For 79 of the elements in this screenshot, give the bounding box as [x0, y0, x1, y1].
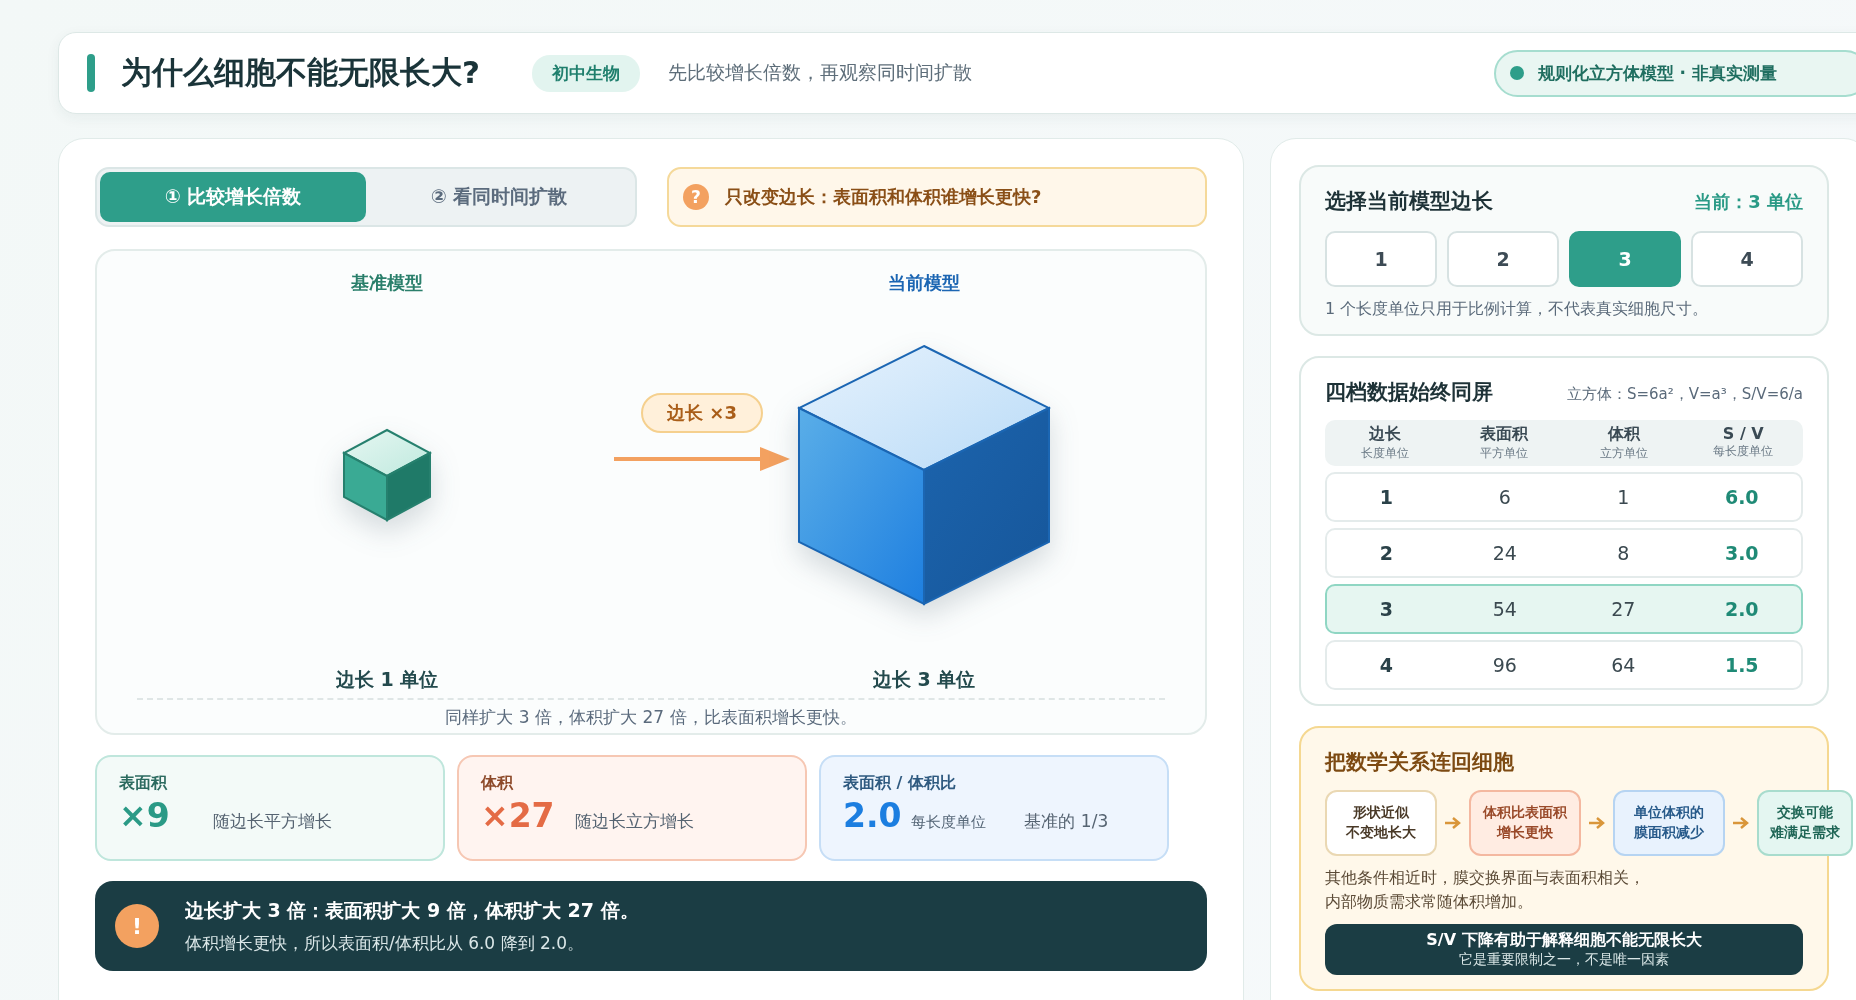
arrow-icon: [1445, 816, 1461, 830]
table-row[interactable]: 2 24 8 3.0: [1325, 528, 1803, 578]
formula-text: 立方体：S=6a²，V=a³，S/V=6/a: [1566, 385, 1803, 404]
table-cell-text: 6: [1497, 486, 1512, 508]
column-header: S / V: [1722, 424, 1764, 443]
subject-tag: 初中生物: [532, 54, 640, 92]
table-cell-text: 1: [1616, 486, 1631, 508]
alert-text: 体积增长更快，所以表面积/体积比从 6.0 降到 2.0。: [185, 931, 585, 955]
step-text: 体积比表面积: [1483, 803, 1567, 823]
side-length-option[interactable]: 1: [1325, 231, 1437, 287]
step-text: 增长更快: [1497, 823, 1553, 842]
alert-icon: !: [115, 904, 159, 948]
tab[interactable]: ② 看同时间扩散: [366, 172, 632, 222]
question-icon: ?: [683, 184, 709, 210]
column-unit: 立方单位: [1599, 445, 1648, 462]
arrow-icon: [1589, 816, 1605, 830]
summary-text: 它是重要限制之一，不是唯一因素: [1458, 951, 1670, 969]
column-header: 边长: [1368, 424, 1401, 445]
base-model-label: 基准模型: [351, 271, 423, 295]
link-title: 把数学关系连回细胞: [1325, 749, 1515, 776]
stat-value: ×9: [119, 796, 171, 835]
table-cell-text: 27: [1610, 598, 1637, 620]
link-note: 其他条件相近时，膜交换界面与表面积相关，: [1325, 867, 1646, 889]
stat-unit: 每长度单位: [911, 813, 987, 832]
question-text: 只改变边长：表面积和体积谁增长更快?: [725, 185, 1042, 209]
table-cell-text: 6.0: [1723, 486, 1760, 508]
column-header: 表面积: [1480, 424, 1529, 445]
table-cell-text: 2.0: [1723, 598, 1760, 620]
subtitle: 先比较增长倍数，再观察同时间扩散: [668, 60, 972, 85]
side-length-option[interactable]: 4: [1691, 231, 1803, 287]
table-cell-text: 1.5: [1723, 654, 1760, 676]
current-value: 当前：3 单位: [1694, 190, 1803, 214]
stat-label: 表面积: [119, 773, 168, 794]
table-cell-text: 96: [1491, 654, 1518, 676]
table-cell-text: 54: [1491, 598, 1518, 620]
step-text: 难满足需求: [1770, 823, 1840, 842]
table-cell-text: 8: [1616, 542, 1631, 564]
stat-description: 随边长平方增长: [213, 810, 332, 833]
step-text: 膜面积减少: [1634, 823, 1704, 842]
step-text: 单位体积的: [1634, 803, 1704, 823]
table-row[interactable]: 4 96 64 1.5: [1325, 640, 1803, 690]
link-note: 内部物质需求常随体积增加。: [1325, 891, 1534, 913]
column-unit: 平方单位: [1480, 445, 1529, 462]
summary-title: S/V 下降有助于解释细胞不能无限长大: [1425, 930, 1703, 951]
stat-value: ×27: [481, 796, 556, 835]
selector-note: 1 个长度单位只用于比例计算，不代表真实细胞尺寸。: [1325, 299, 1710, 320]
step-text: 不变地长大: [1346, 823, 1416, 842]
alert-title: 边长扩大 3 倍：表面积扩大 9 倍，体积扩大 27 倍。: [185, 897, 639, 923]
column-header: 体积: [1607, 424, 1640, 445]
step-text: 交换可能: [1777, 803, 1833, 823]
table-cell-text: 3.0: [1723, 542, 1760, 564]
table-cell-text: 4: [1378, 654, 1394, 676]
current-model-label: 当前模型: [888, 271, 960, 295]
table-row[interactable]: 1 6 1 6.0: [1325, 472, 1803, 522]
table-row[interactable]: 3 54 27 2.0: [1325, 584, 1803, 634]
stat-description: 随边长立方增长: [575, 810, 694, 833]
side-length-option[interactable]: 2: [1447, 231, 1559, 287]
stat-value: 2.0: [843, 796, 902, 835]
status-dot-icon: [1509, 66, 1524, 80]
arrow-icon: [1733, 816, 1749, 830]
table-cell-text: 3: [1378, 598, 1394, 620]
arrow-icon: [614, 445, 790, 473]
table-cell-text: 2: [1378, 542, 1394, 564]
table-cell-text: 24: [1491, 542, 1518, 564]
model-note: 规则化立方体模型 · 非真实测量: [1537, 61, 1777, 85]
stat-label: 表面积 / 体积比: [843, 773, 957, 794]
accent-bar: [87, 54, 95, 92]
stat-description: 基准的 1/3: [1024, 810, 1109, 833]
table-cell-text: 1: [1378, 486, 1394, 508]
stage-note: 同样扩大 3 倍，体积扩大 27 倍，比表面积增长更快。: [137, 698, 1165, 729]
step-text: 形状近似: [1353, 803, 1409, 823]
column-unit: 每长度单位: [1713, 443, 1774, 460]
stat-label: 体积: [481, 773, 514, 794]
table-cell-text: 64: [1610, 654, 1637, 676]
page-title: 为什么细胞不能无限长大?: [121, 53, 480, 92]
column-unit: 长度单位: [1360, 445, 1409, 462]
selector-title: 选择当前模型边长: [1325, 188, 1493, 215]
scale-factor-pill: 边长 ×3: [641, 393, 763, 433]
table-title: 四档数据始终同屏: [1325, 379, 1493, 406]
